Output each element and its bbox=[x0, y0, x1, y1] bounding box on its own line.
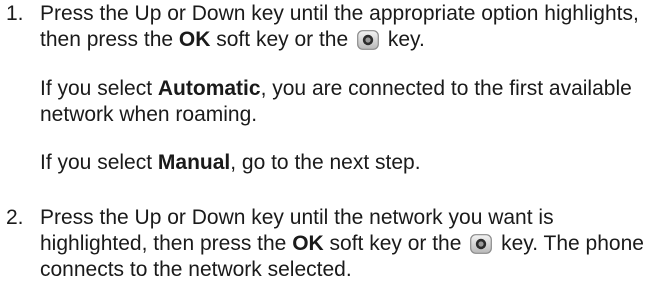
ok-key-icon bbox=[470, 234, 493, 254]
step-body: Press the Up or Down key until the appro… bbox=[40, 1, 645, 174]
step-number: 2. bbox=[6, 206, 24, 229]
document: 1. Press the Up or Down key until the ap… bbox=[0, 0, 651, 286]
ok-softkey-label: OK bbox=[292, 232, 324, 255]
step-instruction: Press the Up or Down key until the appro… bbox=[40, 2, 639, 51]
step-body: Press the Up or Down key until the netwo… bbox=[40, 205, 645, 283]
ok-softkey-label: OK bbox=[178, 28, 211, 51]
step-instruction: Press the Up or Down key until the netwo… bbox=[40, 206, 644, 281]
note-manual: If you select Manual, go to the next ste… bbox=[40, 151, 421, 174]
step-number: 1. bbox=[6, 2, 24, 25]
ok-key-icon bbox=[357, 30, 379, 50]
note-automatic: If you select Automatic, you are connect… bbox=[40, 77, 632, 126]
